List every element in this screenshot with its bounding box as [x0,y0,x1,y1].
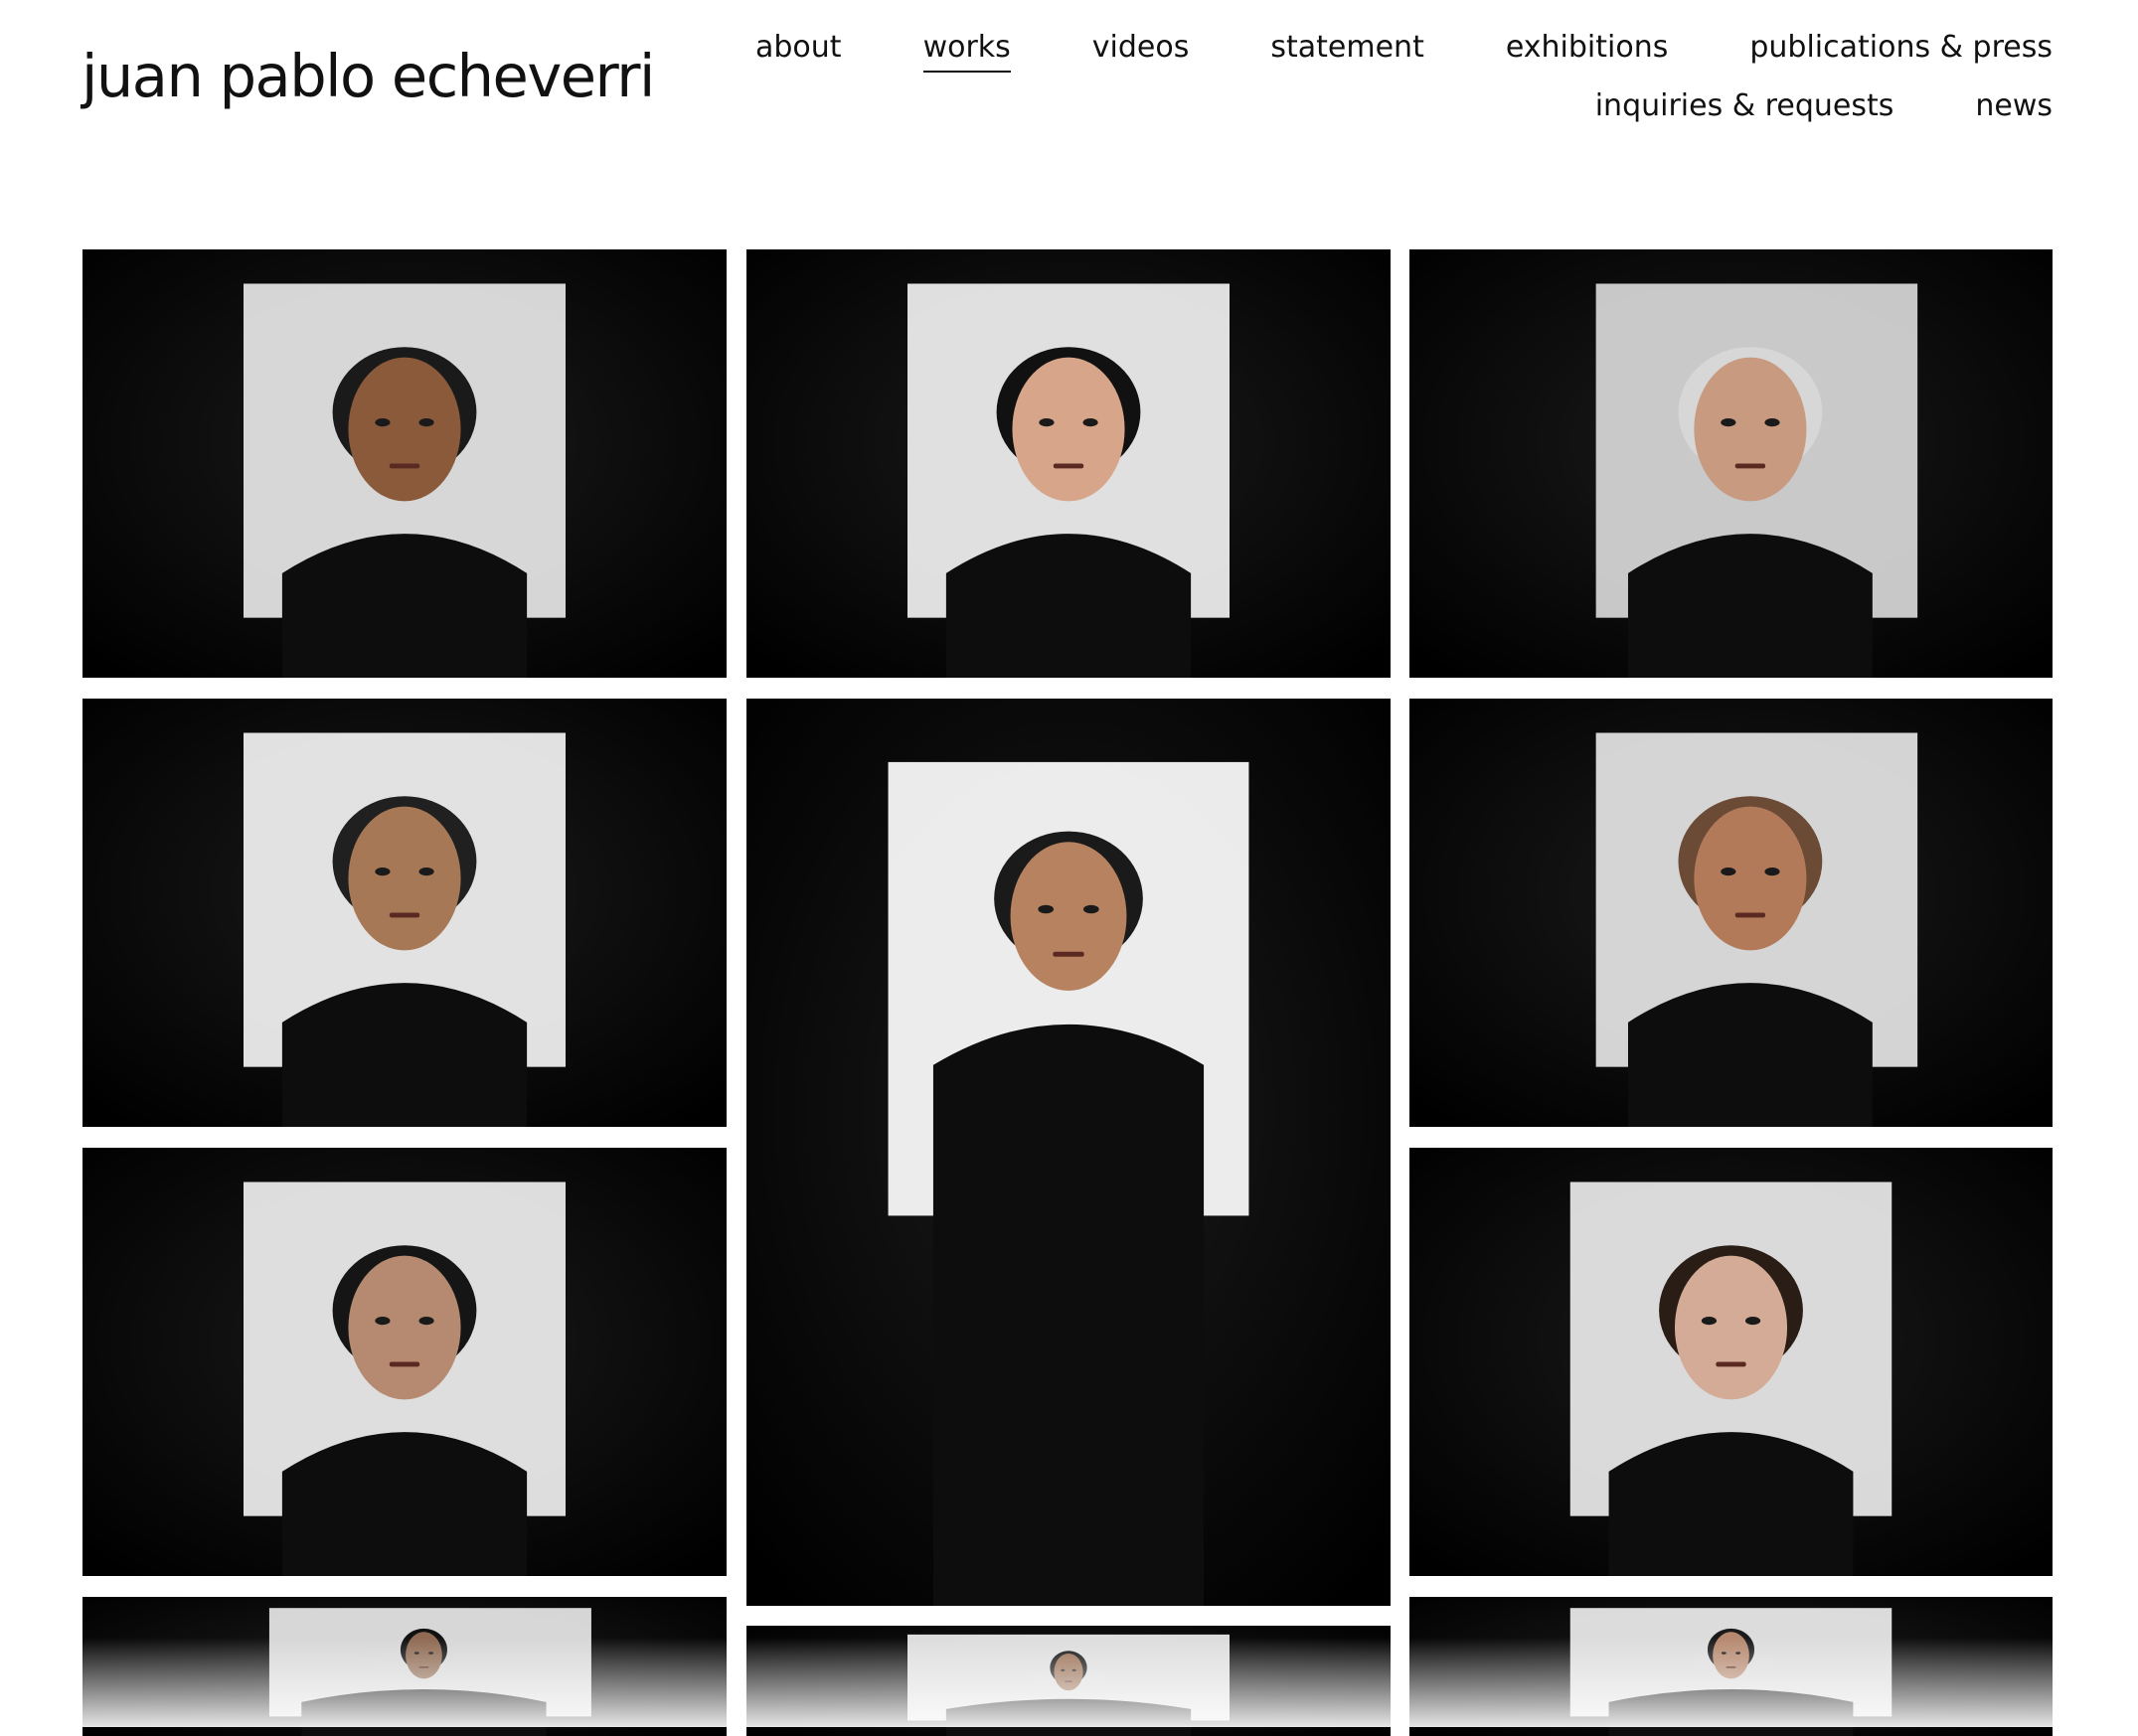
work-image [746,249,1391,678]
work-image [1409,249,2053,678]
work-image [746,699,1391,1606]
work-tile[interactable] [82,249,727,678]
nav-publications-press[interactable]: publications & press [1749,30,2053,69]
work-image [1409,699,2053,1127]
work-tile[interactable] [1409,699,2053,1127]
work-tile[interactable] [82,699,727,1127]
nav-row-1: about works videos statement exhibitions… [661,30,2053,73]
nav-news[interactable]: news [1975,88,2053,127]
work-image [1409,1597,2053,1736]
work-tile[interactable] [746,699,1391,1606]
work-tile[interactable] [82,1148,727,1576]
work-image [82,1597,727,1736]
site-title[interactable]: juan pablo echeverri [82,42,655,110]
nav-exhibitions[interactable]: exhibitions [1506,30,1669,69]
work-tile[interactable] [1409,1148,2053,1576]
nav-works[interactable]: works [922,30,1012,73]
nav-inquiries-requests[interactable]: inquiries & requests [1595,88,1894,127]
work-image [82,249,727,678]
work-tile[interactable] [1409,249,2053,678]
work-tile[interactable] [1409,1597,2053,1736]
work-tile[interactable] [82,1597,727,1736]
work-image [746,1626,1391,1736]
nav-videos[interactable]: videos [1092,30,1190,69]
nav-about[interactable]: about [755,30,842,69]
work-tile[interactable] [746,1626,1391,1736]
nav-row-2: inquiries & requests news [661,88,2053,127]
work-image [1409,1148,2053,1576]
nav-statement[interactable]: statement [1270,30,1423,69]
work-image [82,1148,727,1576]
work-tile[interactable] [746,249,1391,678]
work-image [82,699,727,1127]
main-nav: about works videos statement exhibitions… [661,30,2053,127]
